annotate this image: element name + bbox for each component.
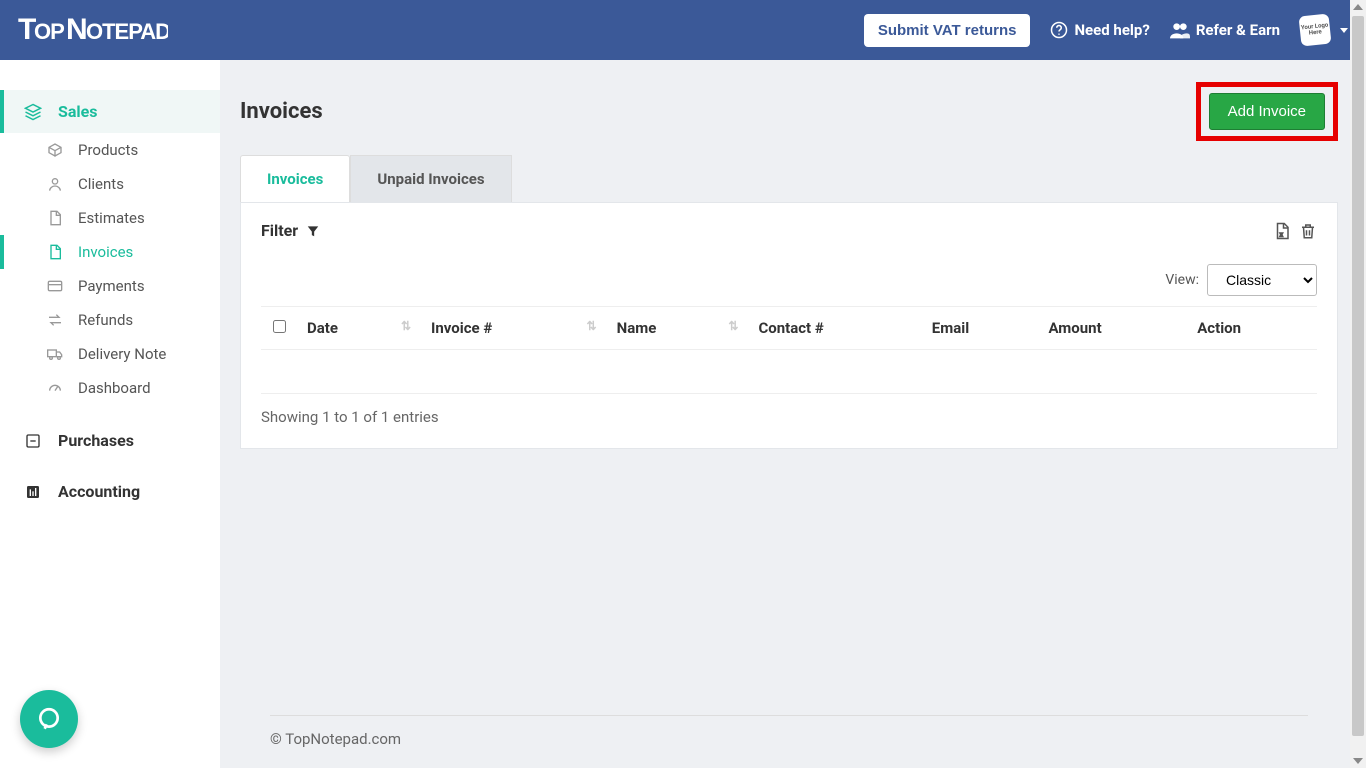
export-excel-icon[interactable]: x <box>1273 222 1291 240</box>
col-invoice-number[interactable]: Invoice #⇅ <box>421 307 607 350</box>
account-menu[interactable]: Your Logo Here <box>1300 15 1348 45</box>
filter-icon <box>306 224 320 238</box>
tab-unpaid-invoices[interactable]: Unpaid Invoices <box>350 155 511 202</box>
tabs: Invoices Unpaid Invoices <box>240 155 1338 202</box>
sort-icon: ⇅ <box>401 319 411 333</box>
exchange-icon <box>46 311 64 329</box>
page-title: Invoices <box>240 99 323 124</box>
scrollbar[interactable] <box>1350 0 1366 768</box>
layers-icon <box>24 103 42 121</box>
content-card: Filter x View: Classic <box>240 202 1338 449</box>
users-icon <box>1170 21 1190 39</box>
table-row <box>261 350 1317 394</box>
sidebar-item-payments[interactable]: Payments <box>0 269 220 303</box>
svg-text:x: x <box>1280 231 1284 238</box>
col-action: Action <box>1187 307 1317 350</box>
add-invoice-highlight: Add Invoice <box>1196 82 1338 141</box>
need-help-link[interactable]: Need help? <box>1050 21 1149 39</box>
sidebar-section-sales[interactable]: Sales <box>0 90 220 133</box>
scroll-thumb[interactable] <box>1352 16 1364 736</box>
sidebar-item-dashboard[interactable]: Dashboard <box>0 371 220 405</box>
add-invoice-button[interactable]: Add Invoice <box>1209 93 1325 130</box>
scroll-up-arrow[interactable] <box>1353 4 1363 10</box>
svg-text:OTEPAD: OTEPAD <box>86 19 168 44</box>
sidebar-section-accounting[interactable]: Accounting <box>0 470 220 513</box>
col-name[interactable]: Name⇅ <box>607 307 749 350</box>
brand-logo[interactable]: T OP N OTEPAD <box>18 13 168 47</box>
logo-placeholder-badge: Your Logo Here <box>1299 14 1332 47</box>
sidebar-section-purchases[interactable]: Purchases <box>0 419 220 462</box>
invoices-table: Date⇅ Invoice #⇅ Name⇅ Contact # Email A… <box>261 306 1317 394</box>
sidebar: Sales Products Clients Estimates Invoice… <box>0 60 220 768</box>
chat-widget-button[interactable] <box>20 690 78 748</box>
sidebar-item-products[interactable]: Products <box>0 133 220 167</box>
invoice-icon <box>46 243 64 261</box>
minus-square-icon <box>24 432 42 450</box>
submit-vat-button[interactable]: Submit VAT returns <box>864 14 1031 47</box>
refer-earn-link[interactable]: Refer & Earn <box>1170 21 1280 39</box>
file-icon <box>46 209 64 227</box>
topbar: T OP N OTEPAD Submit VAT returns Need he… <box>0 0 1366 60</box>
truck-icon <box>46 345 64 363</box>
cube-icon <box>46 141 64 159</box>
chevron-down-icon <box>1340 28 1348 33</box>
user-icon <box>46 175 64 193</box>
view-label: View: <box>1165 272 1199 288</box>
scroll-down-arrow[interactable] <box>1353 758 1363 764</box>
showing-text: Showing 1 to 1 of 1 entries <box>261 408 1317 426</box>
col-email: Email <box>922 307 1039 350</box>
help-icon <box>1050 21 1068 39</box>
sidebar-item-refunds[interactable]: Refunds <box>0 303 220 337</box>
gauge-icon <box>46 379 64 397</box>
select-all-checkbox[interactable] <box>273 320 286 333</box>
col-amount: Amount <box>1038 307 1187 350</box>
col-date[interactable]: Date⇅ <box>297 307 421 350</box>
sidebar-item-estimates[interactable]: Estimates <box>0 201 220 235</box>
sort-icon: ⇅ <box>728 319 738 333</box>
filter-toggle[interactable]: Filter <box>261 221 320 240</box>
sidebar-item-delivery-note[interactable]: Delivery Note <box>0 337 220 371</box>
svg-text:N: N <box>66 13 87 46</box>
sidebar-item-clients[interactable]: Clients <box>0 167 220 201</box>
card-icon <box>46 277 64 295</box>
col-contact: Contact # <box>748 307 921 350</box>
tab-invoices[interactable]: Invoices <box>240 155 350 202</box>
delete-icon[interactable] <box>1299 222 1317 240</box>
chart-icon <box>24 483 42 501</box>
view-select[interactable]: Classic <box>1207 264 1317 296</box>
footer: © TopNotepad.com <box>240 695 1338 768</box>
sort-icon: ⇅ <box>587 319 597 333</box>
svg-text:OP: OP <box>34 19 64 44</box>
sidebar-item-invoices[interactable]: Invoices <box>0 235 220 269</box>
